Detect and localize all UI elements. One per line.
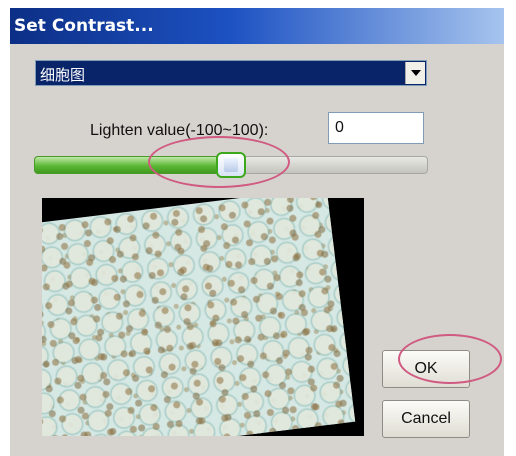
chevron-down-icon[interactable] [405, 62, 425, 84]
dropdown-selected-value: 细胞图 [40, 66, 86, 84]
lighten-value-label: Lighten value(-100~100): [90, 122, 269, 139]
cell-micrograph-image [42, 198, 356, 436]
cancel-button[interactable]: Cancel [382, 400, 470, 438]
window-title: Set Contrast... [14, 16, 154, 36]
title-bar[interactable]: Set Contrast... [10, 8, 504, 44]
slider-fill [34, 156, 231, 174]
ok-button[interactable]: OK [382, 350, 470, 388]
image-select-dropdown[interactable]: 细胞图 [35, 60, 427, 86]
slider-thumb[interactable] [216, 152, 246, 178]
preview-image [42, 198, 364, 436]
set-contrast-dialog: Set Contrast... 细胞图 Lighten value(-100~1… [10, 8, 504, 456]
lighten-value-input[interactable] [328, 112, 424, 144]
lighten-slider[interactable] [34, 152, 428, 178]
